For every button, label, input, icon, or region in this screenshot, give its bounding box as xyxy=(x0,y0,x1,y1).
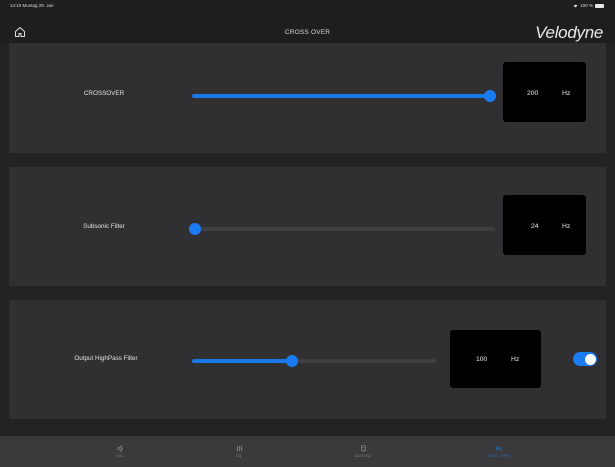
tab-eq-label: EQ xyxy=(236,454,242,458)
highpass-value: 100 xyxy=(476,356,488,363)
toggle-thumb xyxy=(584,353,596,365)
subsonic-label: Subsonic Filter xyxy=(83,223,125,230)
crossover-slider[interactable] xyxy=(192,90,496,102)
crossover-slider-thumb[interactable] xyxy=(484,90,496,102)
tab-vol-label: VOL xyxy=(116,454,124,458)
battery-icon xyxy=(595,3,604,8)
speaker-icon xyxy=(116,445,123,452)
status-indicators: 100 % xyxy=(573,3,604,8)
subsonic-value: 24 xyxy=(531,223,539,230)
crossover-value-box[interactable]: 200 Hz xyxy=(503,62,586,122)
tab-vol[interactable]: VOL xyxy=(90,445,150,458)
crossover-icon xyxy=(494,446,502,451)
subsonic-panel: Subsonic Filter 24 Hz xyxy=(9,167,606,286)
crossover-unit: Hz xyxy=(562,90,571,97)
crossover-value: 200 xyxy=(527,90,539,97)
logo-text: Velodyne xyxy=(535,23,603,42)
crossover-label: CROSSOVER xyxy=(83,90,125,97)
status-bar: 14:10 Montag 29. Jan 100 % xyxy=(0,0,615,12)
wifi-icon xyxy=(573,4,578,7)
subsonic-slider-thumb[interactable] xyxy=(189,223,201,235)
highpass-value-box[interactable]: 100 Hz xyxy=(450,330,541,388)
header: CROSS OVER Velodyne ACOUSTICS xyxy=(0,12,615,46)
tab-cross-over-label: CROSS OVER xyxy=(486,454,510,458)
highpass-label: Output HighPass Filter xyxy=(74,355,138,362)
highpass-slider[interactable] xyxy=(192,355,436,367)
subsonic-slider[interactable] xyxy=(189,223,495,235)
crossover-slider-fill xyxy=(192,94,490,98)
status-time: 14:10 Montag 29. Jan xyxy=(10,3,54,8)
subsonic-value-box[interactable]: 24 Hz xyxy=(503,195,586,255)
page-title: CROSS OVER xyxy=(284,29,331,36)
subsonic-unit: Hz xyxy=(562,223,571,230)
highpass-unit: Hz xyxy=(511,356,520,363)
tab-eq[interactable]: EQ xyxy=(209,445,269,458)
eq-icon xyxy=(236,445,242,452)
highpass-panel: Output HighPass Filter 100 Hz xyxy=(9,300,606,419)
highpass-slider-fill xyxy=(192,359,293,363)
tab-auto-eq[interactable]: AUTO EQ xyxy=(333,445,393,458)
tab-auto-eq-label: AUTO EQ xyxy=(355,454,371,458)
highpass-slider-thumb[interactable] xyxy=(286,355,299,367)
crossover-panel: CROSSOVER 200 Hz xyxy=(9,43,606,153)
tab-cross-over[interactable]: CROSS OVER xyxy=(468,445,528,458)
tab-bar: VOL EQ AUTO EQ CROSS OVER xyxy=(0,436,615,467)
microphone-icon xyxy=(360,445,366,452)
battery-percentage: 100 % xyxy=(580,3,593,8)
highpass-enable-toggle[interactable] xyxy=(573,352,597,366)
